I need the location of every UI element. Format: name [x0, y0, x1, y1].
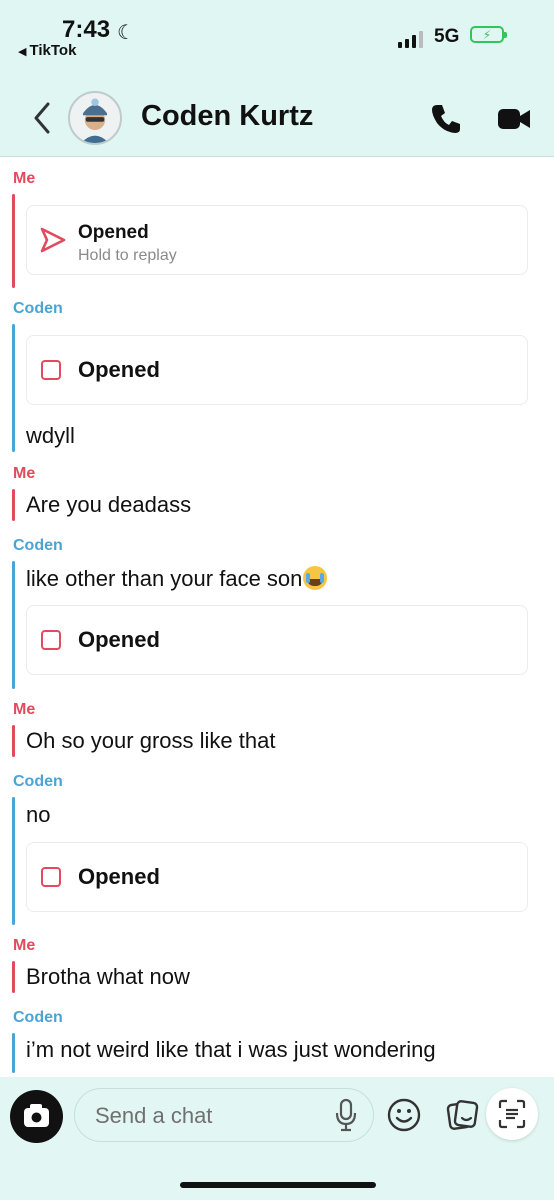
snap-status: Opened: [78, 864, 160, 889]
home-indicator[interactable]: [180, 1182, 376, 1188]
signal-icon: [398, 28, 423, 48]
sender-label-coden: Coden: [13, 773, 63, 790]
message-list[interactable]: Me Opened Hold to replay Coden Opened wd…: [0, 157, 554, 1077]
snap-status: Opened: [78, 627, 160, 652]
message-bar-me: [12, 961, 15, 993]
battery-charging-icon: ⚡: [470, 26, 507, 43]
message-text: i’m not weird like that i was just wonde…: [26, 1037, 436, 1062]
scan-button[interactable]: [486, 1088, 538, 1140]
message-text: wdyll: [26, 423, 75, 448]
status-time: 7:43: [62, 16, 111, 43]
sender-label-me: Me: [13, 170, 36, 187]
received-snap-square-icon: [41, 360, 61, 380]
chat-input[interactable]: [93, 1101, 317, 1131]
snap-status: Opened: [78, 357, 160, 382]
crying-emoji-icon: [303, 566, 328, 590]
snap-card[interactable]: Opened: [26, 842, 528, 912]
snap-hint: Hold to replay: [78, 247, 177, 264]
message-bar-coden: [12, 1033, 15, 1073]
received-snap-square-icon: [41, 867, 61, 887]
sender-label-me: Me: [13, 937, 36, 954]
smiley-icon[interactable]: [386, 1097, 422, 1133]
sender-label-me: Me: [13, 701, 36, 718]
sender-label-coden: Coden: [13, 537, 63, 554]
microphone-icon[interactable]: [332, 1097, 360, 1133]
snap-card[interactable]: Opened: [26, 335, 528, 405]
camera-button[interactable]: [10, 1090, 63, 1143]
chat-header: 7:43 ☾ ◀ TikTok 5G ⚡ Coden Kurtz: [0, 0, 554, 157]
moon-icon: ☾: [117, 22, 135, 44]
bitmoji-icon: [81, 98, 109, 143]
chat-input-field[interactable]: [74, 1088, 374, 1142]
back-triangle-icon: ◀: [18, 46, 27, 58]
message-bar-coden: [12, 561, 15, 689]
camera-icon: [24, 1104, 49, 1127]
message-bar-coden: [12, 324, 15, 452]
message-bar-me: [12, 725, 15, 757]
sticker-icon[interactable]: [444, 1097, 480, 1133]
network-type: 5G: [434, 26, 460, 47]
sender-label-coden: Coden: [13, 300, 63, 317]
back-to-app-link[interactable]: ◀ TikTok: [18, 42, 76, 59]
message-text-content: like other than your face son: [26, 566, 303, 591]
scan-icon: [498, 1099, 526, 1129]
contact-name[interactable]: Coden Kurtz: [141, 100, 313, 133]
video-camera-icon[interactable]: [496, 105, 532, 133]
message-bar-me: [12, 194, 15, 288]
snap-status: Opened: [78, 222, 149, 243]
message-bar-coden: [12, 797, 15, 925]
snap-card[interactable]: Opened Hold to replay: [26, 205, 528, 275]
sender-label-coden: Coden: [13, 1009, 63, 1026]
message-text: like other than your face son: [26, 566, 328, 592]
received-snap-square-icon: [41, 630, 61, 650]
snap-card[interactable]: Opened: [26, 605, 528, 675]
sender-label-me: Me: [13, 465, 36, 482]
avatar[interactable]: [68, 91, 122, 145]
back-chevron-icon[interactable]: [24, 98, 64, 138]
message-text: Oh so your gross like that: [26, 728, 276, 753]
phone-icon[interactable]: [428, 101, 464, 137]
message-bar-me: [12, 489, 15, 521]
message-text: Brotha what now: [26, 964, 190, 989]
back-app-label: TikTok: [29, 42, 77, 59]
message-text: Are you deadass: [26, 492, 192, 517]
sent-snap-arrow-icon: [40, 227, 66, 253]
message-text: no: [26, 802, 51, 827]
